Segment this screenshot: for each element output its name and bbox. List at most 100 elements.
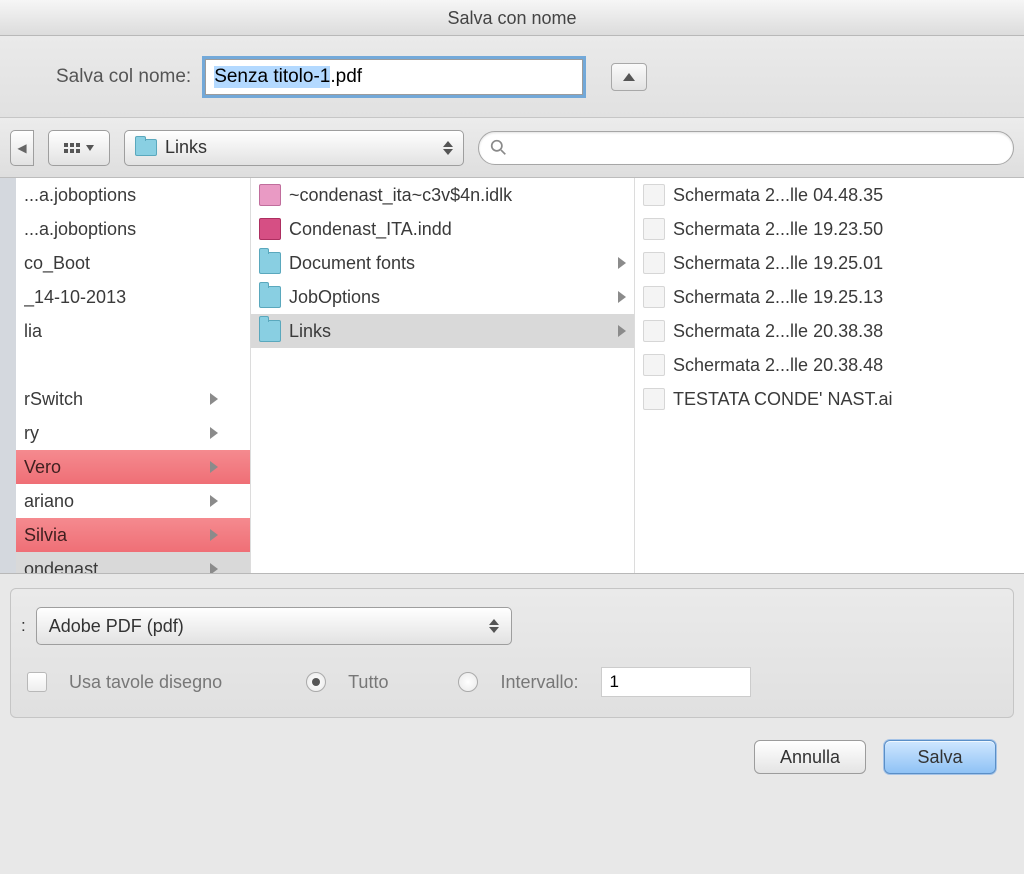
use-artboards-checkbox[interactable]: [27, 672, 47, 692]
item-label: ...a.joboptions: [24, 185, 204, 206]
item-label: lia: [24, 321, 204, 342]
item-label: Condenast_ITA.indd: [289, 219, 626, 240]
list-item[interactable]: lia: [16, 314, 250, 348]
item-label: ~condenast_ita~c3v$4n.idlk: [289, 185, 626, 206]
format-popup[interactable]: Adobe PDF (pdf): [36, 607, 512, 645]
list-item[interactable]: Schermata 2...lle 20.38.38: [635, 314, 1024, 348]
item-label: JobOptions: [289, 287, 612, 308]
item-label: ariano: [24, 491, 204, 512]
file-icon: [643, 252, 665, 274]
list-item[interactable]: Vero: [16, 450, 250, 484]
item-label: Schermata 2...lle 20.38.48: [673, 355, 983, 376]
list-item[interactable]: ...a.joboptions: [16, 212, 250, 246]
chevron-right-icon: [618, 325, 626, 337]
format-value: Adobe PDF (pdf): [49, 616, 489, 637]
item-label: _14-10-2013: [24, 287, 204, 308]
range-radio[interactable]: [458, 672, 478, 692]
expand-toggle-button[interactable]: [611, 63, 647, 91]
item-label: Silvia: [24, 525, 204, 546]
item-label: Document fonts: [289, 253, 612, 274]
file-icon: [643, 218, 665, 240]
column-2[interactable]: ~condenast_ita~c3v$4n.idlk Condenast_ITA.…: [250, 178, 634, 573]
chevron-right-icon: [210, 563, 218, 573]
list-item[interactable]: co_Boot: [16, 246, 250, 280]
list-item[interactable]: _14-10-2013: [16, 280, 250, 314]
list-item[interactable]: Schermata 2...lle 19.25.13: [635, 280, 1024, 314]
folder-icon: [259, 252, 281, 274]
chevron-right-icon: [618, 291, 626, 303]
item-label: Schermata 2...lle 20.38.38: [673, 321, 983, 342]
browser-toolbar: ◀ Links: [0, 118, 1024, 178]
list-item[interactable]: Document fonts: [251, 246, 634, 280]
chevron-down-icon: [86, 145, 94, 151]
use-artboards-label: Usa tavole disegno: [69, 672, 222, 693]
list-item[interactable]: Schermata 2...lle 04.48.35: [635, 178, 1024, 212]
range-label: Intervallo:: [500, 672, 578, 693]
chevron-up-icon: [623, 73, 635, 81]
item-label: Schermata 2...lle 19.23.50: [673, 219, 983, 240]
filename-input[interactable]: [205, 59, 583, 95]
all-label: Tutto: [348, 672, 388, 693]
folder-icon: [259, 320, 281, 342]
grid-view-icon: [64, 143, 80, 153]
chevron-right-icon: [210, 393, 218, 405]
range-input[interactable]: [601, 667, 751, 697]
item-label: Schermata 2...lle 19.25.01: [673, 253, 983, 274]
list-item[interactable]: rSwitch: [16, 382, 250, 416]
list-item[interactable]: Links: [251, 314, 634, 348]
list-item[interactable]: Schermata 2...lle 20.38.48: [635, 348, 1024, 382]
options-panel: : Adobe PDF (pdf) Usa tavole disegno Tut…: [10, 588, 1014, 718]
list-item[interactable]: TESTATA CONDE' NAST.ai: [635, 382, 1024, 416]
format-prefix: :: [21, 616, 26, 636]
save-button[interactable]: Salva: [884, 740, 996, 774]
chevron-right-icon: [210, 427, 218, 439]
list-item[interactable]: Condenast_ITA.indd: [251, 212, 634, 246]
item-label: rSwitch: [24, 389, 204, 410]
nav-back-button[interactable]: ◀: [10, 130, 34, 166]
save-name-label: Salva col nome:: [56, 66, 191, 88]
file-icon: [259, 184, 281, 206]
column-1[interactable]: ...a.joboptions ...a.joboptions co_Boot _14…: [0, 178, 250, 573]
dialog-title: Salva con nome: [0, 0, 1024, 36]
column-3[interactable]: Schermata 2...lle 04.48.35 Schermata 2...…: [634, 178, 1024, 573]
list-item[interactable]: Schermata 2...lle 19.25.01: [635, 246, 1024, 280]
item-label: Schermata 2...lle 04.48.35: [673, 185, 983, 206]
item-label: Links: [289, 321, 612, 342]
list-item[interactable]: ondenast: [16, 552, 250, 573]
search-icon: [490, 139, 507, 156]
list-item[interactable]: Silvia: [16, 518, 250, 552]
folder-icon: [135, 139, 157, 156]
item-label: ondenast: [24, 559, 204, 574]
location-popup[interactable]: Links: [124, 130, 464, 166]
action-buttons: Annulla Salva: [0, 732, 1024, 792]
search-input[interactable]: [478, 131, 1014, 165]
list-item[interactable]: ...a.joboptions: [16, 178, 250, 212]
folder-icon: [259, 286, 281, 308]
chevron-right-icon: [618, 257, 626, 269]
item-label: ...a.joboptions: [24, 219, 204, 240]
item-label: co_Boot: [24, 253, 204, 274]
item-label: ry: [24, 423, 204, 444]
file-icon: [643, 388, 665, 410]
list-item[interactable]: JobOptions: [251, 280, 634, 314]
chevron-right-icon: [210, 529, 218, 541]
file-icon: [259, 218, 281, 240]
list-item[interactable]: ~condenast_ita~c3v$4n.idlk: [251, 178, 634, 212]
save-name-row: Salva col nome:: [0, 36, 1024, 118]
list-item[interactable]: ry: [16, 416, 250, 450]
item-label: Vero: [24, 457, 204, 478]
stepper-icon: [443, 141, 453, 155]
chevron-right-icon: [210, 495, 218, 507]
all-radio[interactable]: [306, 672, 326, 692]
location-label: Links: [165, 137, 435, 158]
cancel-button[interactable]: Annulla: [754, 740, 866, 774]
list-item[interactable]: Schermata 2...lle 19.23.50: [635, 212, 1024, 246]
file-icon: [643, 184, 665, 206]
stepper-icon: [489, 619, 499, 633]
list-item[interactable]: ariano: [16, 484, 250, 518]
item-label: TESTATA CONDE' NAST.ai: [673, 389, 983, 410]
file-icon: [643, 354, 665, 376]
column-browser: ...a.joboptions ...a.joboptions co_Boot _14…: [0, 178, 1024, 574]
view-mode-button[interactable]: [48, 130, 110, 166]
file-icon: [643, 286, 665, 308]
